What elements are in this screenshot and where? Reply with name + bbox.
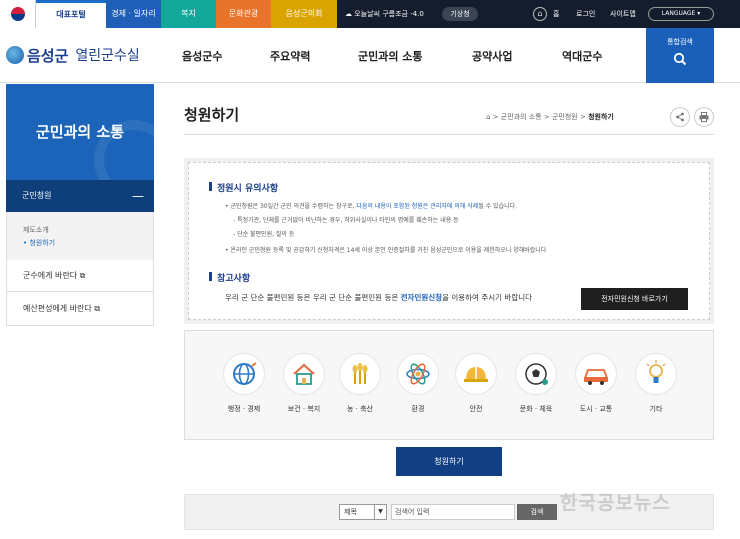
nav-communication[interactable]: 군민과의 소통 bbox=[358, 48, 423, 64]
search-field-select[interactable]: 제목 ▼ bbox=[339, 504, 387, 520]
tab-welfare[interactable]: 복지 bbox=[161, 0, 216, 28]
language-select[interactable]: LANGUAGE ▾ bbox=[648, 7, 714, 21]
petition-button[interactable]: 청원하기 bbox=[396, 447, 502, 476]
weather-info: ☁ 오늘날씨 구름조금 -4.0 bbox=[345, 0, 424, 28]
share-icon[interactable] bbox=[670, 107, 690, 127]
ball-icon bbox=[515, 353, 557, 395]
page-title: 청원하기 bbox=[184, 106, 240, 124]
e-civil-petition-button[interactable]: 전자민원신청 바로가기 bbox=[581, 288, 688, 310]
category-label: 문화 · 체육 bbox=[519, 405, 553, 413]
notice-heading: 정원시 유의사항 bbox=[208, 181, 278, 194]
search-button[interactable]: 검색 bbox=[517, 504, 557, 520]
nav-profile[interactable]: 주요약력 bbox=[270, 48, 310, 64]
breadcrumb-current: 청원하기 bbox=[588, 113, 614, 121]
nav-mayor[interactable]: 음성군수 bbox=[182, 48, 222, 64]
helmet-icon bbox=[455, 353, 497, 395]
atom-icon bbox=[397, 353, 439, 395]
sidebar-item-petition[interactable]: 군민청원 — bbox=[6, 180, 154, 212]
notice-line: • 군민청원은 30일간 군민 의견을 수렴하는 창구로, 다음의 내용이 포함… bbox=[225, 203, 518, 210]
category-culture-sports[interactable]: 문화 · 체육 bbox=[511, 353, 561, 414]
car-icon bbox=[575, 353, 617, 395]
weather-agency-button[interactable]: 기상청 bbox=[442, 7, 478, 21]
external-link-icon: ⧉ bbox=[79, 271, 86, 280]
sidebar-item-ask-budget[interactable]: 예산편성에게 바란다 ⧉ bbox=[6, 292, 154, 326]
nav-past-mayors[interactable]: 역대군수 bbox=[562, 48, 602, 64]
category-other[interactable]: 기타 bbox=[631, 353, 681, 414]
tab-main-portal[interactable]: 대표포털 bbox=[36, 0, 106, 28]
category-label: 농 · 축산 bbox=[347, 405, 373, 413]
category-environment[interactable]: 환경 bbox=[393, 353, 443, 414]
collapse-icon[interactable]: — bbox=[132, 180, 144, 212]
sidebar-title: 군민과의 소통 bbox=[6, 84, 154, 180]
logo-main-text: 음성군 bbox=[27, 46, 69, 65]
category-label: 도시 · 교통 bbox=[579, 405, 613, 413]
sidebar-item-label: 군민청원 bbox=[22, 191, 52, 200]
category-label: 환경 bbox=[411, 405, 425, 413]
reference-text: 우리 군 단순 불편민원 등은 우리 군 단순 불편민원 등은 전자민원신청을 … bbox=[225, 293, 533, 302]
category-label: 행정 · 경제 bbox=[227, 405, 261, 413]
logo-mark-icon bbox=[6, 46, 24, 64]
submenu-item-petition[interactable]: • 청원하기 bbox=[23, 237, 153, 250]
category-label: 기타 bbox=[649, 405, 663, 413]
sitemap-link[interactable]: 사이트맵 bbox=[610, 0, 636, 28]
home-icon[interactable]: ⌂ bbox=[533, 7, 547, 21]
wheat-icon bbox=[339, 353, 381, 395]
category-panel: 행정 · 경제 보건 · 복지 농 · 축산 환경 안전 문화 · 체육 도시 … bbox=[184, 330, 714, 440]
external-link-icon: ⧉ bbox=[94, 304, 101, 313]
notice-line: - 특정기관, 단체를 근거없이 비난하는 경우, 허위사실이나 타인의 명예를… bbox=[233, 217, 459, 224]
globe-icon bbox=[223, 353, 265, 395]
chevron-down-icon: ▼ bbox=[374, 505, 386, 519]
tab-culture-tourism[interactable]: 문화관광 bbox=[216, 0, 271, 28]
logo-sub-text: 열린군수실 bbox=[75, 48, 140, 64]
notice-box: 정원시 유의사항 • 군민청원은 30일간 군민 의견을 수렴하는 창구로, 다… bbox=[184, 158, 714, 324]
category-safety[interactable]: 안전 bbox=[451, 353, 501, 414]
site-header: 음성군 열린군수실 음성군수 주요약력 군민과의 소통 공약사업 역대군수 통합… bbox=[0, 28, 740, 83]
category-administration[interactable]: 행정 · 경제 bbox=[219, 353, 269, 414]
breadcrumb-item[interactable]: 군민과의 소통 bbox=[501, 113, 542, 121]
search-input[interactable]: 검색어 입력 bbox=[391, 504, 515, 520]
breadcrumb-item[interactable]: 군민청원 bbox=[552, 113, 578, 121]
category-urban-transport[interactable]: 도시 · 교통 bbox=[571, 353, 621, 414]
home-link[interactable]: 홈 bbox=[553, 0, 559, 28]
korea-flag-icon bbox=[0, 0, 36, 28]
category-agriculture[interactable]: 농 · 축산 bbox=[335, 353, 385, 414]
sidebar-item-ask-mayor[interactable]: 군수에게 바란다 ⧉ bbox=[6, 260, 154, 292]
title-divider bbox=[184, 134, 714, 135]
category-label: 안전 bbox=[469, 405, 483, 413]
nav-pledges[interactable]: 공약사업 bbox=[472, 48, 512, 64]
notice-line: - 단순 불편민원, 질의 등 bbox=[233, 231, 295, 238]
search-icon bbox=[646, 52, 714, 70]
total-search-label: 통합검색 bbox=[667, 38, 693, 46]
cloud-sun-icon: ☁ bbox=[345, 10, 352, 18]
site-logo[interactable]: 음성군 열린군수실 bbox=[6, 44, 140, 66]
watermark: 한국공보뉴스 bbox=[560, 492, 671, 514]
house-icon bbox=[283, 353, 325, 395]
sidebar-submenu: 제도소개 • 청원하기 bbox=[6, 212, 154, 260]
total-search-button[interactable]: 통합검색 bbox=[646, 28, 714, 83]
notice-line: • 온라인 군민청원 등록 및 공감하기 신청자격은 14세 이상 본인 인증절… bbox=[225, 247, 547, 254]
category-label: 보건 · 복지 bbox=[287, 405, 321, 413]
reference-heading: 참고사항 bbox=[208, 271, 250, 284]
print-icon[interactable] bbox=[694, 107, 714, 127]
lightbulb-icon bbox=[635, 353, 677, 395]
category-health-welfare[interactable]: 보건 · 복지 bbox=[279, 353, 329, 414]
submenu-item-intro[interactable]: 제도소개 bbox=[23, 224, 153, 237]
weather-text: 오늘날씨 구름조금 -4.0 bbox=[354, 10, 424, 18]
home-icon[interactable]: ⌂ bbox=[486, 113, 490, 121]
login-link[interactable]: 로그인 bbox=[576, 0, 595, 28]
tab-council[interactable]: 음성군의회 bbox=[271, 0, 337, 28]
top-bar: 대표포털 경제 · 일자리 복지 문화관광 음성군의회 ☁ 오늘날씨 구름조금 … bbox=[0, 0, 740, 28]
breadcrumb: ⌂ > 군민과의 소통 > 군민청원 > 청원하기 bbox=[486, 113, 614, 121]
tab-economy-jobs[interactable]: 경제 · 일자리 bbox=[106, 0, 161, 28]
